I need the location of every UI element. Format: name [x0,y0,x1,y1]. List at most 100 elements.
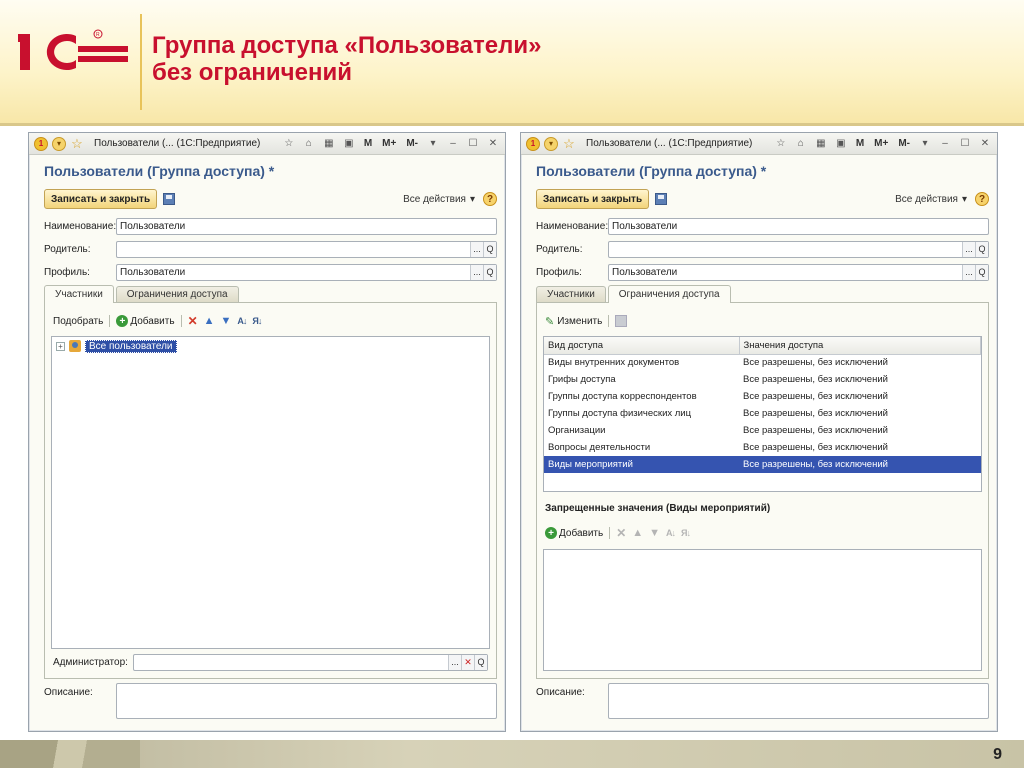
all-actions-menu[interactable]: Все действия ▾ ? [403,192,497,206]
select-button[interactable]: ... [448,654,461,670]
dropdown-icon[interactable]: ▾ [918,137,932,151]
calendar-icon[interactable]: ▣ [834,137,848,151]
search-icon[interactable]: Q [975,241,988,257]
delete-icon[interactable]: ✕ [616,526,626,540]
table-row[interactable]: Организации Все разрешены, без исключений [544,422,981,439]
tab-restrictions[interactable]: Ограничения доступа [607,285,731,303]
calculator-icon[interactable]: ▦ [814,137,828,151]
tab-members[interactable]: Участники [44,285,114,303]
table-row[interactable]: Грифы доступа Все разрешены, без исключен… [544,371,981,388]
dropdown-icon[interactable]: ▾ [426,137,440,151]
forbidden-toolbar: + Добавить ✕ ▲ ▼ A↓ Я↓ [545,525,691,541]
list-settings-icon[interactable] [615,315,628,327]
table-row[interactable]: Вопросы деятельности Все разрешены, без и… [544,439,981,456]
save-icon[interactable] [655,193,668,205]
slide-header: R Группа доступа «Пользователи» без огра… [0,0,1024,126]
select-button[interactable]: ... [962,264,975,280]
table-row[interactable]: Виды мероприятий Все разрешены, без исклю… [544,456,981,473]
memory-mplus-button[interactable]: M+ [872,138,890,149]
add-button[interactable]: + Добавить [545,527,603,539]
name-field[interactable]: Пользователи [608,217,989,235]
description-field[interactable] [116,683,497,719]
close-icon[interactable]: ✕ [978,137,992,151]
1c-app-icon[interactable]: 1 [34,136,48,151]
search-icon[interactable]: Q [483,264,496,280]
tab-members[interactable]: Участники [536,286,606,302]
menu-circle-icon[interactable]: ▾ [52,136,66,151]
column-header-kind[interactable]: Вид доступа [544,337,740,355]
parent-field[interactable]: ... Q [608,240,989,258]
memory-mminus-button[interactable]: M- [404,138,420,149]
tree-row[interactable]: + Все пользователи [56,339,177,353]
add-favorite-icon[interactable]: ☆ [282,137,296,151]
search-icon[interactable]: Q [483,241,496,257]
save-icon[interactable] [163,193,176,205]
profile-field[interactable]: Пользователи ... Q [116,263,497,281]
delete-icon[interactable]: ✕ [188,314,198,328]
link-icon[interactable]: ⌂ [794,137,808,151]
maximize-icon[interactable]: ☐ [958,137,972,151]
help-icon[interactable]: ? [483,192,497,206]
add-button[interactable]: + Добавить [116,315,175,327]
parent-field[interactable]: ... Q [116,240,497,258]
save-close-button[interactable]: Записать и закрыть [44,189,158,209]
table-row[interactable]: Группы доступа корреспондентов Все разреш… [544,388,981,405]
sort-descending-icon[interactable]: Я↓ [681,528,691,538]
add-icon: + [545,527,557,539]
memory-m-button[interactable]: M [362,138,374,149]
minimize-icon[interactable]: – [938,137,952,151]
select-button[interactable]: ... [962,241,975,257]
profile-field[interactable]: Пользователи ... Q [608,263,989,281]
table-row[interactable]: Виды внутренних документов Все разрешены,… [544,354,981,371]
favorite-star-icon[interactable]: ☆ [562,136,576,151]
description-field[interactable] [608,683,989,719]
window-caption: Пользователи (... (1С:Предприятие) [586,138,753,149]
cell-access-values: Все разрешены, без исключений [743,391,888,402]
sort-ascending-icon[interactable]: A↓ [237,316,247,326]
cell-access-kind: Вопросы деятельности [548,442,651,453]
search-icon[interactable]: Q [474,654,487,670]
move-up-icon[interactable]: ▲ [632,527,643,539]
move-down-icon[interactable]: ▼ [221,315,232,327]
memory-m-button[interactable]: M [854,138,866,149]
chevron-down-icon: ▾ [469,193,475,205]
menu-circle-icon[interactable]: ▾ [544,136,558,151]
move-down-icon[interactable]: ▼ [649,527,660,539]
add-favorite-icon[interactable]: ☆ [774,137,788,151]
forbidden-values-grid[interactable] [543,549,982,671]
access-kinds-grid[interactable]: Вид доступа Значения доступа Виды внутре… [543,336,982,492]
select-button[interactable]: ... [470,241,483,257]
sort-ascending-icon[interactable]: A↓ [666,528,676,538]
tab-restrictions[interactable]: Ограничения доступа [115,286,239,302]
command-bar: Записать и закрыть Все действия ▾ ? [44,189,497,209]
link-icon[interactable]: ⌂ [302,137,316,151]
cell-access-kind: Виды мероприятий [544,456,739,473]
favorite-star-icon[interactable]: ☆ [70,136,84,151]
clear-icon[interactable]: ✕ [461,654,474,670]
calendar-icon[interactable]: ▣ [342,137,356,151]
select-button[interactable]: ... [470,264,483,280]
name-field[interactable]: Пользователи [116,217,497,235]
1c-app-icon[interactable]: 1 [526,136,540,151]
add-label: Добавить [559,527,604,539]
maximize-icon[interactable]: ☐ [466,137,480,151]
search-icon[interactable]: Q [975,264,988,280]
edit-button[interactable]: ✎ Изменить [545,315,602,328]
calculator-icon[interactable]: ▦ [322,137,336,151]
move-up-icon[interactable]: ▲ [204,315,215,327]
close-icon[interactable]: ✕ [486,137,500,151]
help-icon[interactable]: ? [975,192,989,206]
column-header-values[interactable]: Значения доступа [739,337,981,355]
minimize-icon[interactable]: – [446,137,460,151]
table-row[interactable]: Группы доступа физических лиц Все разреше… [544,405,981,422]
all-actions-menu[interactable]: Все действия ▾ ? [895,192,989,206]
admin-field[interactable]: ... ✕ Q [133,653,488,671]
expand-icon[interactable]: + [56,341,65,351]
sort-descending-icon[interactable]: Я↓ [252,316,262,326]
save-close-button[interactable]: Записать и закрыть [536,189,650,209]
members-tree[interactable]: + Все пользователи [51,336,490,649]
memory-mminus-button[interactable]: M- [896,138,912,149]
parent-label: Родитель: [536,243,583,255]
pick-button[interactable]: Подобрать [53,316,103,327]
memory-mplus-button[interactable]: M+ [380,138,398,149]
